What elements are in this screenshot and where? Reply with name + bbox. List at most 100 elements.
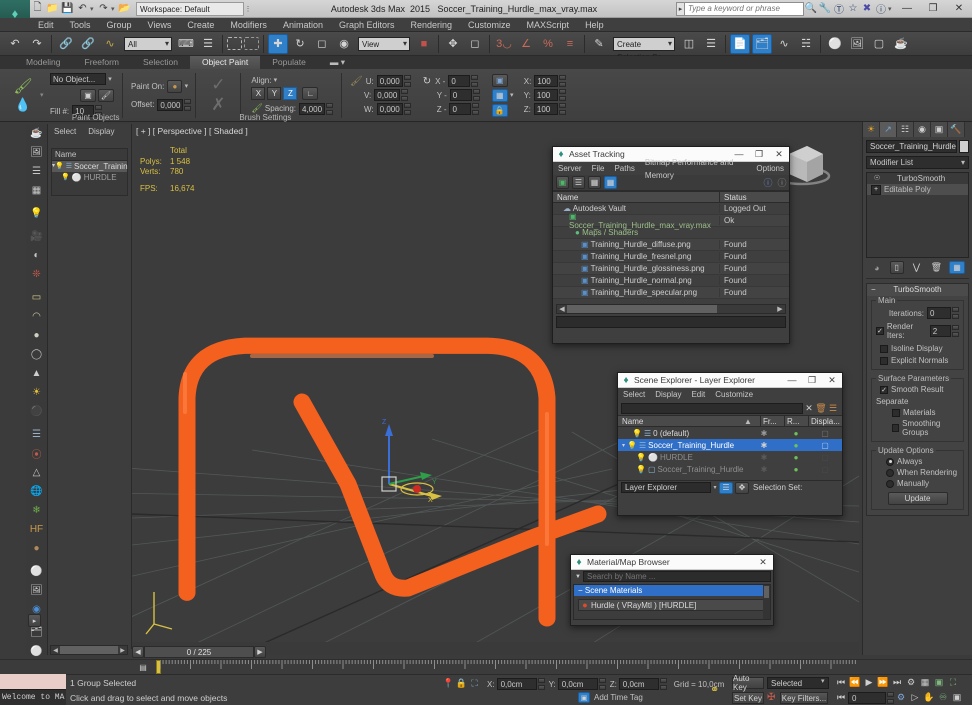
- sign-in-icon[interactable]: Ⓣ: [832, 2, 846, 16]
- scene-column-name[interactable]: Name: [618, 416, 744, 426]
- mirror-icon[interactable]: ◫: [679, 34, 699, 54]
- lock-icon[interactable]: 🔒: [455, 678, 468, 689]
- scale-dropdown-arrow[interactable]: ▾: [508, 91, 516, 99]
- go-to-end-icon[interactable]: ⏭: [890, 676, 904, 689]
- key-filters-button[interactable]: Key Filters...: [780, 692, 828, 704]
- next-frame-button[interactable]: ▶: [254, 646, 266, 658]
- material-search-input[interactable]: [583, 571, 771, 582]
- paint-on-surface-button[interactable]: ●: [167, 79, 183, 93]
- align-axis-x-button[interactable]: X: [251, 86, 266, 100]
- ribbon-tab-modeling[interactable]: Modeling: [14, 56, 73, 69]
- render-iters-checkbox[interactable]: ✓: [876, 327, 884, 335]
- time-configuration-icon[interactable]: ⚙: [894, 691, 908, 704]
- asset-menu-paths[interactable]: Paths: [609, 162, 639, 175]
- asset-refresh-icon[interactable]: ▣: [556, 176, 569, 189]
- material-balls-icon[interactable]: ⦿: [27, 444, 47, 463]
- orbit-icon[interactable]: ♾: [936, 691, 950, 704]
- scale-x-spinner[interactable]: [559, 75, 567, 87]
- material-browser-titlebar[interactable]: ♦ Material/Map Browser ✕: [571, 555, 773, 570]
- maximize-viewport-icon[interactable]: ⛶: [946, 676, 960, 689]
- expand-arrow-icon[interactable]: ▾: [622, 442, 625, 449]
- delete-icon[interactable]: 🗑: [815, 403, 827, 414]
- display-icon[interactable]: ▢: [808, 465, 842, 474]
- scene-explorer-search-input[interactable]: [621, 402, 803, 414]
- scale-z-field[interactable]: 100: [533, 103, 558, 115]
- paint-objects-eyedropper-icon[interactable]: 💧: [6, 97, 40, 113]
- ribbon-tab-freeform[interactable]: Freeform: [73, 56, 131, 69]
- pick-object-button[interactable]: ▣: [80, 89, 96, 102]
- render-frame-icon[interactable]: 🖼: [27, 143, 47, 162]
- scene-menu-select[interactable]: Select: [618, 388, 650, 401]
- scene-explorer-titlebar[interactable]: ♦ Scene Explorer - Layer Explorer — ❐ ✕: [618, 373, 842, 388]
- scroll-left-icon[interactable]: ◀: [51, 647, 60, 654]
- scroll-thumb[interactable]: [60, 646, 118, 654]
- absolute-relative-mode-icon[interactable]: ⛶: [468, 678, 481, 689]
- unlink-selection-icon[interactable]: 🔗: [78, 34, 98, 54]
- layer-properties-icon[interactable]: ☰: [827, 403, 839, 414]
- rectangular-selection-region-icon[interactable]: [227, 37, 242, 50]
- sphere-map-icon[interactable]: ⚪: [27, 562, 47, 581]
- asset-column-status[interactable]: Status: [719, 192, 789, 202]
- capsule-primitive-icon[interactable]: ◯: [27, 345, 47, 364]
- current-frame-field[interactable]: 0: [848, 691, 886, 704]
- toggle-scene-explorer-icon[interactable]: 📄: [730, 33, 750, 54]
- light-bulb-icon[interactable]: 💡: [636, 453, 646, 462]
- pan-hand-icon[interactable]: ✋: [922, 691, 936, 704]
- asset-pin-icon[interactable]: ⓘ: [775, 176, 789, 189]
- menu-item-animation[interactable]: Animation: [275, 18, 331, 32]
- select-and-link-icon[interactable]: 🔗: [56, 34, 76, 54]
- table-row[interactable]: ▣ Training_Hurdle_diffuse.png Found: [553, 239, 789, 251]
- scroll-left-icon[interactable]: ◀: [557, 305, 567, 313]
- search-icon[interactable]: 🔍: [804, 2, 818, 16]
- current-frame-display[interactable]: 0 / 225: [144, 646, 254, 658]
- group-collapse-icon[interactable]: −: [578, 586, 583, 595]
- update-manually-radio[interactable]: [886, 479, 894, 488]
- paint-object-dropdown-arrow[interactable]: ▾: [106, 75, 114, 83]
- maxscript-input-pane[interactable]: Welcome to MA: [0, 689, 66, 705]
- paint-brush-button[interactable]: 🖌: [98, 89, 114, 102]
- cloth-icon[interactable]: △: [27, 463, 47, 482]
- expand-plus-icon[interactable]: +: [871, 184, 881, 195]
- hair-icon[interactable]: ☰: [27, 425, 47, 444]
- asset-menu-bitmap[interactable]: Bitmap Performance and Memory: [640, 156, 752, 182]
- select-and-move-icon[interactable]: ✚: [268, 33, 288, 54]
- table-row[interactable]: ● Maps / Shaders: [553, 227, 789, 239]
- asset-tracking-close[interactable]: ✕: [769, 147, 789, 162]
- u-spinner[interactable]: [403, 75, 411, 87]
- current-frame-spinner[interactable]: [887, 691, 894, 704]
- render-icon[interactable]: ●: [784, 453, 808, 462]
- window-crossing-icon[interactable]: [244, 37, 259, 50]
- select-by-name-icon[interactable]: ☰: [198, 34, 218, 54]
- maxscript-output-pane[interactable]: [0, 674, 66, 689]
- render-icon[interactable]: ●: [784, 429, 808, 438]
- material-browser-close[interactable]: ✕: [753, 555, 773, 570]
- left-dock-tab-display[interactable]: Display: [82, 127, 120, 136]
- update-button[interactable]: Update: [887, 492, 948, 505]
- scene-column-frozen[interactable]: Fr...: [760, 416, 784, 426]
- layer-explorer-toggle[interactable]: ☰: [719, 481, 733, 494]
- render-iters-field[interactable]: 2: [929, 325, 951, 337]
- material-editor-icon[interactable]: ⚪: [825, 34, 845, 54]
- render-grid-icon[interactable]: ▦: [27, 181, 47, 200]
- coord-z-spinner[interactable]: [659, 678, 667, 690]
- make-unique-icon[interactable]: ⋁: [909, 261, 923, 274]
- table-row[interactable]: 💡 ☰ 0 (default) ✱ ● ▢: [618, 427, 842, 439]
- scene-explorer-maximize[interactable]: ❐: [802, 373, 822, 388]
- material-map-browser-window[interactable]: ♦ Material/Map Browser ✕ ▼ − Scene Mater…: [570, 554, 774, 626]
- iterations-spinner[interactable]: [952, 307, 959, 319]
- next-frame-icon[interactable]: ⏩: [876, 676, 890, 689]
- isoline-display-checkbox[interactable]: [880, 344, 888, 353]
- freeze-icon[interactable]: ✱: [744, 465, 784, 474]
- ribbon-minimize-icon[interactable]: ▬ ▾: [318, 56, 357, 69]
- object-name-field[interactable]: Soccer_Training_Hurdle: [866, 140, 957, 153]
- scene-column-display[interactable]: Displa...: [808, 416, 842, 426]
- select-and-scale-icon[interactable]: ◻: [312, 34, 332, 54]
- render-icon[interactable]: ●: [784, 465, 808, 474]
- asset-tracking-maximize[interactable]: ❐: [749, 147, 769, 162]
- paint-on-dropdown-arrow[interactable]: ▾: [182, 82, 190, 90]
- table-row[interactable]: ▣ Training_Hurdle_glossiness.png Found: [553, 263, 789, 275]
- freeze-icon[interactable]: ✱: [744, 441, 784, 450]
- bitmap-icon[interactable]: 🖼: [27, 581, 47, 600]
- dome-primitive-icon[interactable]: ◠: [27, 307, 47, 326]
- light-bulb-icon[interactable]: 💡: [632, 429, 642, 438]
